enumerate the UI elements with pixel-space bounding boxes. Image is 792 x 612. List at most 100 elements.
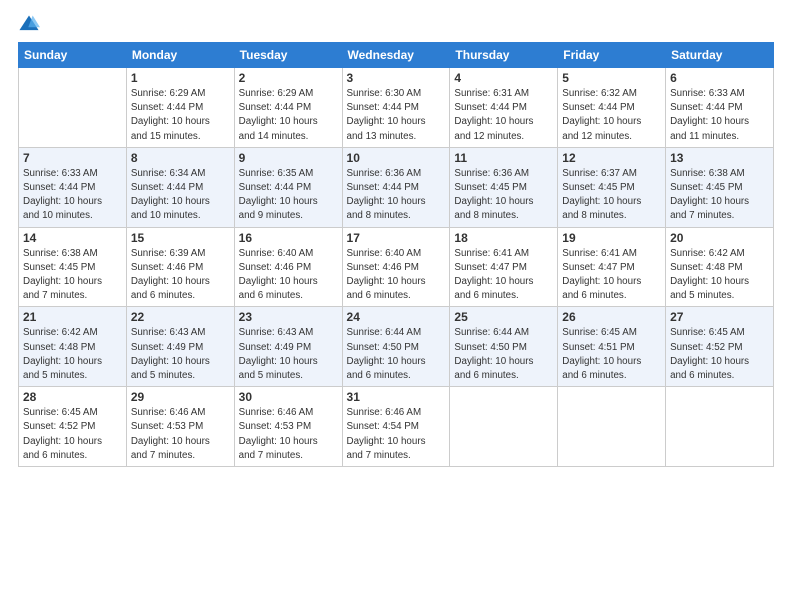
day-info: Sunrise: 6:37 AM Sunset: 4:45 PM Dayligh… xyxy=(562,167,661,224)
calendar-week-row: 28Sunrise: 6:45 AM Sunset: 4:52 PM Dayli… xyxy=(19,387,774,467)
day-info: Sunrise: 6:40 AM Sunset: 4:46 PM Dayligh… xyxy=(347,247,446,304)
calendar-week-row: 7 Sunrise: 6:33 AM Sunset: 4:44 PM Daylig… xyxy=(19,147,774,227)
day-number: 31 xyxy=(347,390,446,404)
day-number: 26 xyxy=(562,310,661,324)
day-info: Sunrise: 6:41 AM Sunset: 4:47 PM Dayligh… xyxy=(454,247,553,304)
calendar-cell xyxy=(666,387,774,467)
calendar-header-saturday: Saturday xyxy=(666,43,774,68)
day-number: 17 xyxy=(347,231,446,245)
calendar-cell: 12Sunrise: 6:37 AM Sunset: 4:45 PM Dayli… xyxy=(558,147,666,227)
calendar-cell: 25 Sunrise: 6:44 AM Sunset: 4:50 PM Dayli… xyxy=(450,307,558,387)
day-info: Sunrise: 6:40 AM Sunset: 4:46 PM Dayligh… xyxy=(239,247,338,304)
day-number: 8 xyxy=(131,151,230,165)
calendar-cell xyxy=(450,387,558,467)
calendar-cell: 1 Sunrise: 6:29 AM Sunset: 4:44 PM Daylig… xyxy=(126,68,234,148)
day-number: 3 xyxy=(347,71,446,85)
day-number: 5 xyxy=(562,71,661,85)
calendar-cell: 22 Sunrise: 6:43 AM Sunset: 4:49 PM Dayli… xyxy=(126,307,234,387)
calendar-header-tuesday: Tuesday xyxy=(234,43,342,68)
calendar-cell: 11 Sunrise: 6:36 AM Sunset: 4:45 PM Dayli… xyxy=(450,147,558,227)
calendar-cell: 20Sunrise: 6:42 AM Sunset: 4:48 PM Dayli… xyxy=(666,227,774,307)
page: SundayMondayTuesdayWednesdayThursdayFrid… xyxy=(0,0,792,612)
day-info: Sunrise: 6:44 AM Sunset: 4:50 PM Dayligh… xyxy=(454,326,553,383)
calendar-cell: 18 Sunrise: 6:41 AM Sunset: 4:47 PM Dayli… xyxy=(450,227,558,307)
calendar-cell: 19 Sunrise: 6:41 AM Sunset: 4:47 PM Dayli… xyxy=(558,227,666,307)
day-number: 2 xyxy=(239,71,338,85)
calendar-header-row: SundayMondayTuesdayWednesdayThursdayFrid… xyxy=(19,43,774,68)
logo-icon xyxy=(18,14,40,36)
day-info: Sunrise: 6:43 AM Sunset: 4:49 PM Dayligh… xyxy=(239,326,338,383)
calendar-header-friday: Friday xyxy=(558,43,666,68)
calendar-cell: 8 Sunrise: 6:34 AM Sunset: 4:44 PM Daylig… xyxy=(126,147,234,227)
day-info: Sunrise: 6:31 AM Sunset: 4:44 PM Dayligh… xyxy=(454,87,553,144)
logo xyxy=(18,14,42,36)
calendar-cell: 4 Sunrise: 6:31 AM Sunset: 4:44 PM Daylig… xyxy=(450,68,558,148)
day-info: Sunrise: 6:35 AM Sunset: 4:44 PM Dayligh… xyxy=(239,167,338,224)
day-info: Sunrise: 6:38 AM Sunset: 4:45 PM Dayligh… xyxy=(670,167,769,224)
day-number: 11 xyxy=(454,151,553,165)
day-info: Sunrise: 6:33 AM Sunset: 4:44 PM Dayligh… xyxy=(23,167,122,224)
calendar-header-sunday: Sunday xyxy=(19,43,127,68)
calendar-cell: 7 Sunrise: 6:33 AM Sunset: 4:44 PM Daylig… xyxy=(19,147,127,227)
calendar-week-row: 21Sunrise: 6:42 AM Sunset: 4:48 PM Dayli… xyxy=(19,307,774,387)
day-number: 28 xyxy=(23,390,122,404)
calendar-cell: 13 Sunrise: 6:38 AM Sunset: 4:45 PM Dayli… xyxy=(666,147,774,227)
day-number: 10 xyxy=(347,151,446,165)
day-number: 18 xyxy=(454,231,553,245)
day-number: 20 xyxy=(670,231,769,245)
calendar-cell: 17 Sunrise: 6:40 AM Sunset: 4:46 PM Dayli… xyxy=(342,227,450,307)
day-number: 23 xyxy=(239,310,338,324)
day-info: Sunrise: 6:32 AM Sunset: 4:44 PM Dayligh… xyxy=(562,87,661,144)
day-number: 29 xyxy=(131,390,230,404)
calendar-cell: 24Sunrise: 6:44 AM Sunset: 4:50 PM Dayli… xyxy=(342,307,450,387)
calendar-header-thursday: Thursday xyxy=(450,43,558,68)
day-info: Sunrise: 6:41 AM Sunset: 4:47 PM Dayligh… xyxy=(562,247,661,304)
calendar-cell: 26 Sunrise: 6:45 AM Sunset: 4:51 PM Dayli… xyxy=(558,307,666,387)
calendar-header-monday: Monday xyxy=(126,43,234,68)
calendar-cell: 9Sunrise: 6:35 AM Sunset: 4:44 PM Daylig… xyxy=(234,147,342,227)
day-number: 22 xyxy=(131,310,230,324)
calendar-cell: 16Sunrise: 6:40 AM Sunset: 4:46 PM Dayli… xyxy=(234,227,342,307)
calendar-cell: 6 Sunrise: 6:33 AM Sunset: 4:44 PM Daylig… xyxy=(666,68,774,148)
day-info: Sunrise: 6:46 AM Sunset: 4:54 PM Dayligh… xyxy=(347,406,446,463)
calendar-cell: 10 Sunrise: 6:36 AM Sunset: 4:44 PM Dayli… xyxy=(342,147,450,227)
day-number: 7 xyxy=(23,151,122,165)
day-number: 1 xyxy=(131,71,230,85)
calendar-cell: 3 Sunrise: 6:30 AM Sunset: 4:44 PM Daylig… xyxy=(342,68,450,148)
day-info: Sunrise: 6:42 AM Sunset: 4:48 PM Dayligh… xyxy=(23,326,122,383)
day-info: Sunrise: 6:43 AM Sunset: 4:49 PM Dayligh… xyxy=(131,326,230,383)
calendar-header-wednesday: Wednesday xyxy=(342,43,450,68)
calendar-cell: 14 Sunrise: 6:38 AM Sunset: 4:45 PM Dayli… xyxy=(19,227,127,307)
day-number: 27 xyxy=(670,310,769,324)
day-number: 6 xyxy=(670,71,769,85)
calendar-cell: 21Sunrise: 6:42 AM Sunset: 4:48 PM Dayli… xyxy=(19,307,127,387)
day-info: Sunrise: 6:36 AM Sunset: 4:44 PM Dayligh… xyxy=(347,167,446,224)
calendar-cell: 2 Sunrise: 6:29 AM Sunset: 4:44 PM Daylig… xyxy=(234,68,342,148)
calendar-cell: 31 Sunrise: 6:46 AM Sunset: 4:54 PM Dayli… xyxy=(342,387,450,467)
day-info: Sunrise: 6:30 AM Sunset: 4:44 PM Dayligh… xyxy=(347,87,446,144)
day-info: Sunrise: 6:38 AM Sunset: 4:45 PM Dayligh… xyxy=(23,247,122,304)
day-info: Sunrise: 6:46 AM Sunset: 4:53 PM Dayligh… xyxy=(131,406,230,463)
day-number: 19 xyxy=(562,231,661,245)
calendar-cell: 28Sunrise: 6:45 AM Sunset: 4:52 PM Dayli… xyxy=(19,387,127,467)
day-info: Sunrise: 6:45 AM Sunset: 4:51 PM Dayligh… xyxy=(562,326,661,383)
day-info: Sunrise: 6:33 AM Sunset: 4:44 PM Dayligh… xyxy=(670,87,769,144)
day-info: Sunrise: 6:29 AM Sunset: 4:44 PM Dayligh… xyxy=(239,87,338,144)
calendar-cell: 23 Sunrise: 6:43 AM Sunset: 4:49 PM Dayli… xyxy=(234,307,342,387)
day-number: 25 xyxy=(454,310,553,324)
day-info: Sunrise: 6:29 AM Sunset: 4:44 PM Dayligh… xyxy=(131,87,230,144)
day-info: Sunrise: 6:34 AM Sunset: 4:44 PM Dayligh… xyxy=(131,167,230,224)
day-number: 15 xyxy=(131,231,230,245)
calendar-week-row: 14 Sunrise: 6:38 AM Sunset: 4:45 PM Dayli… xyxy=(19,227,774,307)
day-number: 13 xyxy=(670,151,769,165)
header xyxy=(18,10,774,36)
calendar-cell: 29 Sunrise: 6:46 AM Sunset: 4:53 PM Dayli… xyxy=(126,387,234,467)
day-number: 14 xyxy=(23,231,122,245)
calendar-week-row: 1 Sunrise: 6:29 AM Sunset: 4:44 PM Daylig… xyxy=(19,68,774,148)
calendar-cell: 27 Sunrise: 6:45 AM Sunset: 4:52 PM Dayli… xyxy=(666,307,774,387)
day-info: Sunrise: 6:46 AM Sunset: 4:53 PM Dayligh… xyxy=(239,406,338,463)
calendar-table: SundayMondayTuesdayWednesdayThursdayFrid… xyxy=(18,42,774,467)
day-info: Sunrise: 6:36 AM Sunset: 4:45 PM Dayligh… xyxy=(454,167,553,224)
day-info: Sunrise: 6:45 AM Sunset: 4:52 PM Dayligh… xyxy=(670,326,769,383)
day-number: 4 xyxy=(454,71,553,85)
